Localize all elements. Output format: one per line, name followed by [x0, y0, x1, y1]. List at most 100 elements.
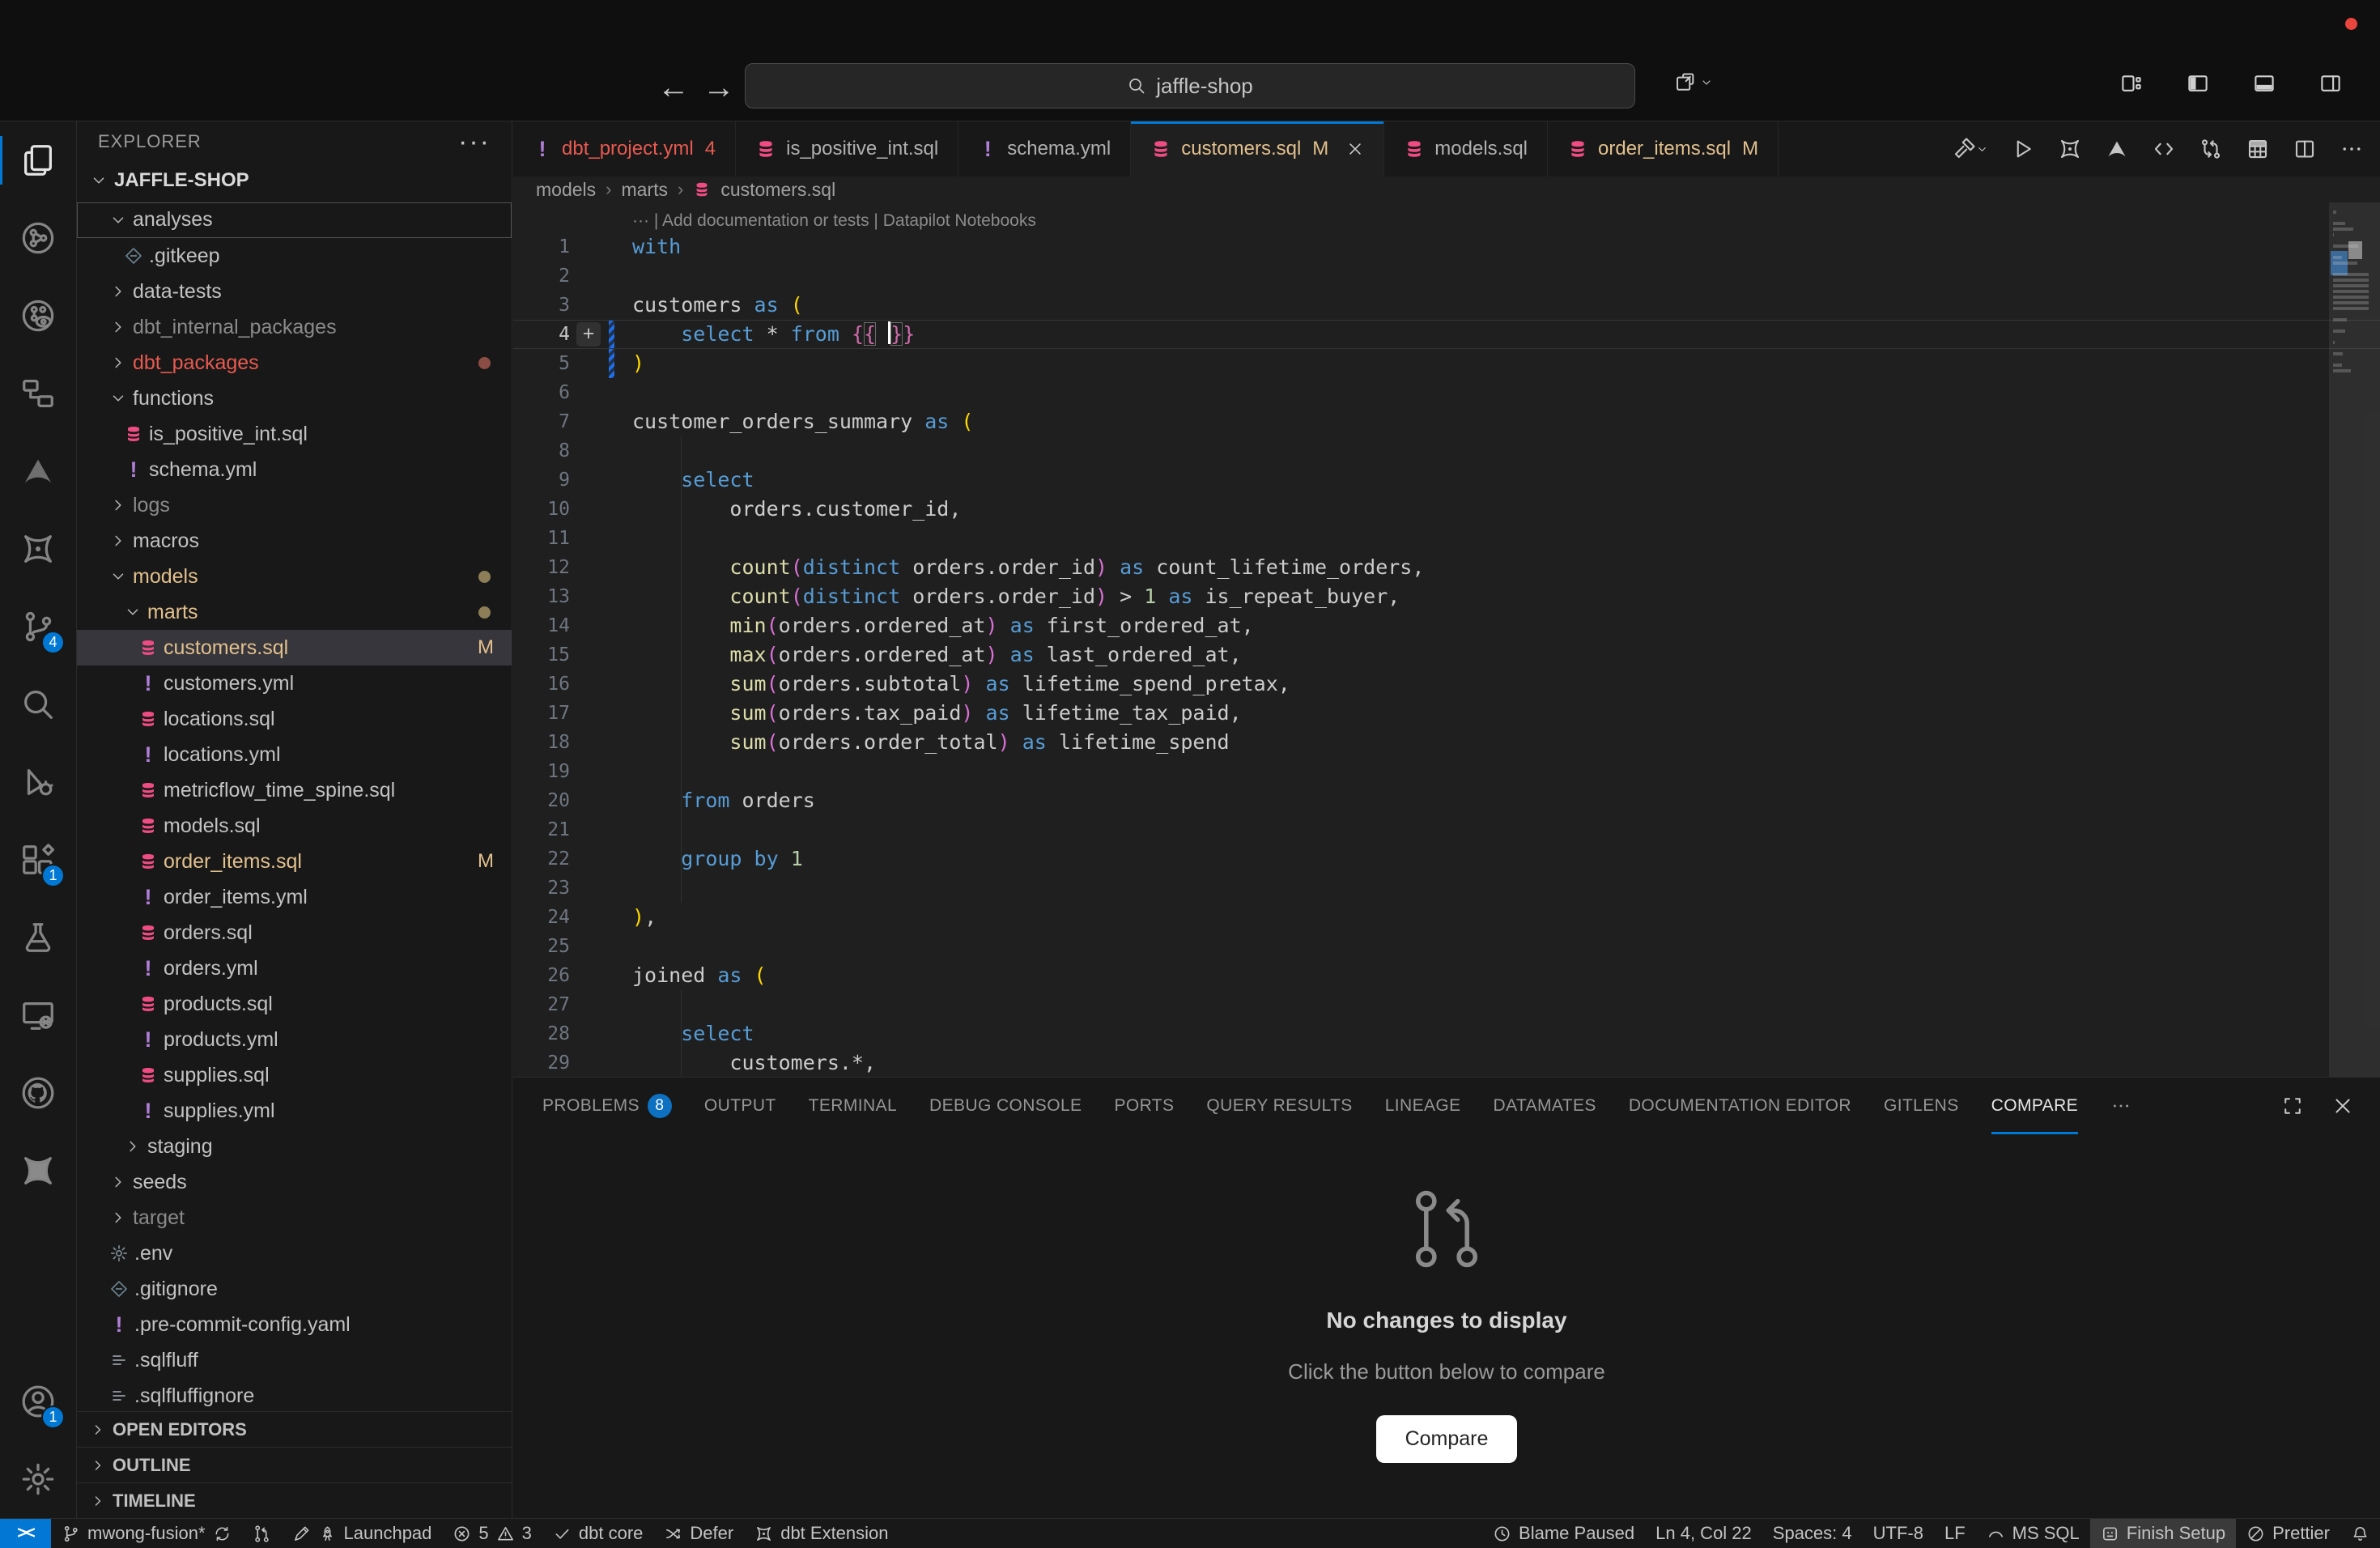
code-line-1[interactable]: 1with	[513, 232, 2380, 262]
code-line-25[interactable]: 25	[513, 932, 2380, 961]
activity-testing[interactable]	[0, 899, 76, 976]
workspace-root-folder[interactable]: JAFFLE-SHOP	[77, 162, 512, 199]
layout-customize-toggle[interactable]	[2119, 71, 2144, 96]
activity-dbt[interactable]	[0, 510, 76, 588]
code-line-9[interactable]: 9 select	[513, 466, 2380, 495]
code-line-24[interactable]: 24),	[513, 903, 2380, 932]
folder-logs[interactable]: logs	[77, 487, 512, 523]
code-line-26[interactable]: 26joined as (	[513, 961, 2380, 990]
query-results-icon[interactable]	[2246, 137, 2270, 161]
code-line-6[interactable]: 6	[513, 378, 2380, 407]
status-language-mode[interactable]: MS SQL	[1976, 1519, 2090, 1548]
section-open-editors[interactable]: OPEN EDITORS	[77, 1411, 512, 1447]
activity-source-control[interactable]: 4	[0, 588, 76, 666]
activity-remote-explorer[interactable]	[0, 976, 76, 1054]
file-order_items.sql[interactable]: order_items.sqlM	[77, 844, 512, 879]
folder-models[interactable]: models	[77, 559, 512, 594]
git-actions-icon[interactable]	[2199, 137, 2223, 161]
code-line-2[interactable]: 2	[513, 262, 2380, 291]
command-center-search[interactable]: jaffle-shop	[745, 63, 1635, 108]
minimap[interactable]	[2329, 202, 2380, 1077]
activity-lineage-preview[interactable]	[0, 277, 76, 355]
file-customers.yml[interactable]: !customers.yml	[77, 666, 512, 701]
folder-analyses[interactable]: analyses	[77, 202, 512, 238]
code-line-13[interactable]: 13 count(distinct orders.order_id) > 1 a…	[513, 582, 2380, 611]
file-products.yml[interactable]: !products.yml	[77, 1022, 512, 1057]
panel-tab-ports[interactable]: PORTS	[1114, 1078, 1174, 1134]
dbt-icon[interactable]	[2058, 137, 2082, 161]
panel-tab-lineage[interactable]: LINEAGE	[1385, 1078, 1461, 1134]
maximize-panel-icon[interactable]	[2281, 1095, 2304, 1117]
activity-extensions[interactable]: 1	[0, 821, 76, 899]
activity-search[interactable]	[0, 666, 76, 743]
panel-more-tabs-icon[interactable]	[2110, 1078, 2131, 1134]
folder-target[interactable]: target	[77, 1200, 512, 1235]
code-line-23[interactable]: 23	[513, 874, 2380, 903]
inline-add-button[interactable]: +	[576, 322, 601, 347]
status-encoding[interactable]: UTF-8	[1863, 1519, 1934, 1548]
folder-staging[interactable]: staging	[77, 1129, 512, 1164]
status-remote[interactable]: ><	[0, 1519, 51, 1548]
panel-tab-terminal[interactable]: TERMINAL	[809, 1078, 897, 1134]
breadcrumb[interactable]: models › marts › customers.sql	[513, 176, 2380, 202]
file-metricflow_time_spine.sql[interactable]: metricflow_time_spine.sql	[77, 772, 512, 808]
code-line-11[interactable]: 11	[513, 524, 2380, 553]
compare-button[interactable]: Compare	[1376, 1415, 1518, 1463]
breadcrumb-file[interactable]: customers.sql	[720, 179, 835, 201]
panel-tab-gitlens[interactable]: GITLENS	[1884, 1078, 1959, 1134]
manage-layout-icon[interactable]	[1674, 71, 1713, 94]
code-icon[interactable]	[2152, 137, 2176, 161]
activity-github[interactable]	[0, 1054, 76, 1132]
file-orders.yml[interactable]: !orders.yml	[77, 950, 512, 986]
code-line-20[interactable]: 20 from orders	[513, 786, 2380, 815]
file-locations.sql[interactable]: locations.sql	[77, 701, 512, 737]
panel-bottom-toggle[interactable]	[2252, 71, 2276, 96]
code-line-18[interactable]: 18 sum(orders.order_total) as lifetime_s…	[513, 728, 2380, 757]
folder-seeds[interactable]: seeds	[77, 1164, 512, 1200]
code-line-19[interactable]: 19	[513, 757, 2380, 786]
code-line-5[interactable]: 5)	[513, 349, 2380, 378]
close-icon[interactable]	[1346, 140, 1364, 158]
code-line-27[interactable]: 27	[513, 990, 2380, 1019]
explorer-more-actions-icon[interactable]: ···	[458, 134, 491, 150]
code-line-4[interactable]: 4+ select * from {{ }}	[513, 320, 2380, 349]
more-actions-icon[interactable]	[2340, 137, 2364, 161]
panel-tab-output[interactable]: OUTPUT	[704, 1078, 776, 1134]
activity-altimate[interactable]	[0, 432, 76, 510]
panel-tab-debug-console[interactable]: DEBUG CONSOLE	[929, 1078, 1082, 1134]
folder-dbt_internal_packages[interactable]: dbt_internal_packages	[77, 309, 512, 345]
activity-run-debug[interactable]	[0, 743, 76, 821]
tab-models.sql[interactable]: models.sql	[1384, 121, 1548, 176]
code-line-10[interactable]: 10 orders.customer_id,	[513, 495, 2380, 524]
activity-explorer[interactable]	[0, 121, 76, 199]
file-supplies.yml[interactable]: !supplies.yml	[77, 1093, 512, 1129]
code-line-16[interactable]: 16 sum(orders.subtotal) as lifetime_spen…	[513, 670, 2380, 699]
tab-dbt_project.yml[interactable]: !dbt_project.yml4	[513, 121, 736, 176]
folder-functions[interactable]: functions	[77, 381, 512, 416]
file-orders.sql[interactable]: orders.sql	[77, 915, 512, 950]
panel-tab-query-results[interactable]: QUERY RESULTS	[1206, 1078, 1352, 1134]
code-line-14[interactable]: 14 min(orders.ordered_at) as first_order…	[513, 611, 2380, 640]
nav-forward-button[interactable]: →	[703, 71, 735, 104]
activity-settings[interactable]	[0, 1440, 76, 1518]
file-.sqlfluffignore[interactable]: .sqlfluffignore	[77, 1378, 512, 1411]
activity-accounts[interactable]: 1	[0, 1363, 76, 1440]
code-line-12[interactable]: 12 count(distinct orders.order_id) as co…	[513, 553, 2380, 582]
file-.gitkeep[interactable]: .gitkeep	[77, 238, 512, 274]
status-dbt-core[interactable]: dbt core	[542, 1519, 654, 1548]
codelens-actions[interactable]: ··· | Add documentation or tests | Datap…	[513, 202, 2380, 232]
activity-dbt-power-user[interactable]	[0, 1132, 76, 1210]
file-locations.yml[interactable]: !locations.yml	[77, 737, 512, 772]
file-schema.yml[interactable]: !schema.yml	[77, 452, 512, 487]
folder-marts[interactable]: marts	[77, 594, 512, 630]
folder-dbt_packages[interactable]: dbt_packages	[77, 345, 512, 381]
status-notifications[interactable]	[2340, 1519, 2380, 1548]
status-dbt-extension[interactable]: dbt Extension	[744, 1519, 899, 1548]
build-icon[interactable]	[1952, 137, 1988, 161]
nav-back-button[interactable]: ←	[657, 71, 690, 104]
activity-lineage[interactable]	[0, 199, 76, 277]
status-finish-setup[interactable]: Finish Setup	[2090, 1519, 2236, 1548]
file-order_items.yml[interactable]: !order_items.yml	[77, 879, 512, 915]
close-panel-icon[interactable]	[2331, 1095, 2354, 1117]
code-line-29[interactable]: 29 customers.*,	[513, 1048, 2380, 1077]
